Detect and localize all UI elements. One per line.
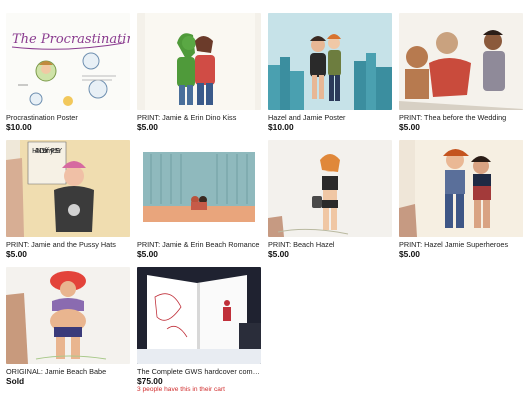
listing-title[interactable]: PRINT: Jamie and the Pussy Hats	[6, 240, 130, 249]
listing-price: $10.00	[268, 122, 294, 132]
listing-card[interactable]: ORIGINAL: Jamie Beach Babe Sold	[6, 267, 130, 386]
listing-title[interactable]: ORIGINAL: Jamie Beach Babe	[6, 367, 130, 376]
listing-image[interactable]	[399, 140, 523, 237]
listing-price: Sold	[6, 376, 25, 386]
listing-card[interactable]: Hazel and Jamie Poster $10.00	[268, 13, 392, 132]
image-lettering: HANDS off my PUSSY	[32, 147, 63, 155]
listing-image[interactable]	[268, 140, 392, 237]
listing-title[interactable]: PRINT: Hazel Jamie Superheroes	[399, 240, 523, 249]
listing-title[interactable]: Hazel and Jamie Poster	[268, 113, 392, 122]
listing-price: $5.00	[399, 249, 420, 259]
listing-price: $5.00	[137, 249, 158, 259]
listing-card[interactable]: The Complete GWS hardcover compen... $75…	[137, 267, 261, 394]
listing-title[interactable]: PRINT: Beach Hazel	[268, 240, 392, 249]
listing-title[interactable]: Procrastination Poster	[6, 113, 130, 122]
listing-card[interactable]: PRINT: Beach Hazel $5.00	[268, 140, 392, 259]
cart-notice: 3 people have this in their cart	[137, 386, 225, 393]
listing-image[interactable]: The Procrastinating	[6, 13, 130, 110]
listing-card[interactable]: HANDS off my PUSSY PRINT: Jamie and the …	[6, 140, 130, 259]
listing-title[interactable]: PRINT: Jamie & Erin Beach Romance	[137, 240, 261, 249]
listing-card[interactable]: PRINT: Thea before the Wedding $5.00	[399, 13, 523, 132]
listing-card[interactable]: PRINT: Hazel Jamie Superheroes $5.00	[399, 140, 523, 259]
listing-card[interactable]: PRINT: Jamie & Erin Dino Kiss $5.00	[137, 13, 261, 132]
listing-image[interactable]	[6, 267, 130, 364]
listing-price: $5.00	[268, 249, 289, 259]
listing-price: $5.00	[6, 249, 27, 259]
listing-image[interactable]	[137, 267, 261, 364]
listing-price: $5.00	[399, 122, 420, 132]
listing-card[interactable]: PRINT: Jamie & Erin Beach Romance $5.00	[137, 140, 261, 259]
listing-image[interactable]	[137, 140, 261, 237]
listing-image[interactable]	[399, 13, 523, 110]
listing-price: $75.00	[137, 376, 163, 386]
listing-title[interactable]: PRINT: Jamie & Erin Dino Kiss	[137, 113, 261, 122]
listing-title[interactable]: The Complete GWS hardcover compen...	[137, 367, 261, 376]
listing-price: $10.00	[6, 122, 32, 132]
listing-card[interactable]: The Procrastinating Procrastination Post…	[6, 13, 130, 132]
listing-title[interactable]: PRINT: Thea before the Wedding	[399, 113, 523, 122]
listing-image[interactable]: HANDS off my PUSSY	[6, 140, 130, 237]
listing-price: $5.00	[137, 122, 158, 132]
listing-image[interactable]	[268, 13, 392, 110]
listing-image[interactable]	[137, 13, 261, 110]
